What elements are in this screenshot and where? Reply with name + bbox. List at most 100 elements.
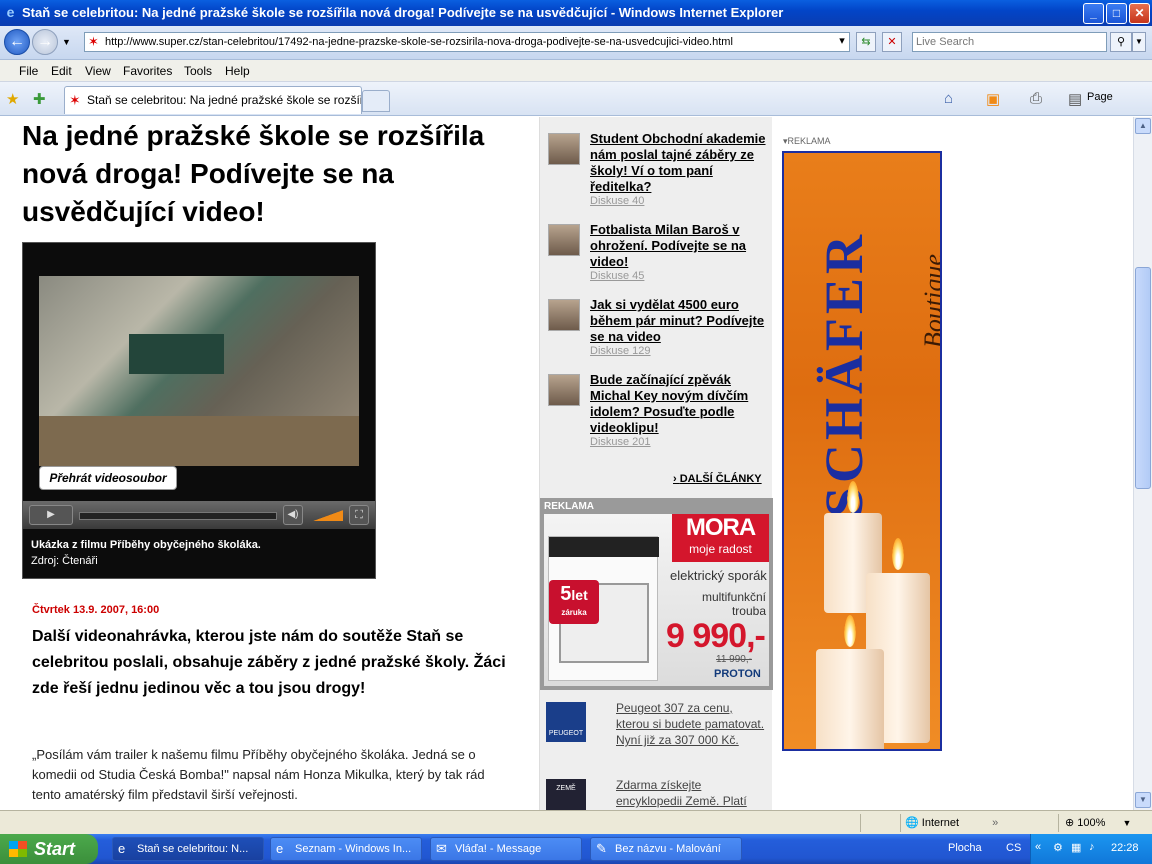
warranty-word: záruka <box>561 608 587 617</box>
url-field[interactable]: ✶ http://www.super.cz/stan-celebritou/17… <box>84 32 850 52</box>
ie-icon: e <box>276 841 284 856</box>
clock[interactable]: 22:28 <box>1111 842 1139 854</box>
video-controls: ▶ ◀) ⛶ <box>23 501 375 529</box>
chevron-right-icon: › <box>673 473 680 485</box>
discussion-link[interactable]: Diskuse 40 <box>590 195 644 207</box>
history-dropdown-icon[interactable]: ▼ <box>62 37 71 47</box>
close-button[interactable]: ✕ <box>1129 3 1150 24</box>
taskbar-item-message[interactable]: ✉ Vláďa! - Message <box>430 837 582 861</box>
menu-bar: File Edit View Favorites Tools Help <box>0 60 1152 82</box>
more-articles-link[interactable]: › DALŠÍ ČLÁNKY <box>673 473 762 485</box>
maximize-button[interactable]: □ <box>1106 3 1127 24</box>
scroll-thumb[interactable] <box>1135 267 1151 489</box>
taskbar: Start e Staň se celebritou: N... e Seznam … <box>0 834 1152 864</box>
promo-link[interactable]: Peugeot 307 za cenu, kterou si budete pa… <box>616 700 766 748</box>
start-button[interactable]: Start <box>0 834 98 864</box>
menu-favorites[interactable]: Favorites <box>123 64 172 78</box>
video-progress-bar[interactable] <box>79 512 277 520</box>
scroll-down-icon[interactable]: ▼ <box>1135 792 1151 808</box>
ad-label-text: REKLAMA <box>787 136 831 146</box>
promo-icon-label: PEUGEOT <box>548 730 584 737</box>
minimize-button[interactable]: _ <box>1083 3 1104 24</box>
scroll-up-icon[interactable]: ▲ <box>1135 118 1151 134</box>
promo-link[interactable]: Zdarma získejte encyklopedii Země. Platí <box>616 777 766 809</box>
tray-app-icon[interactable]: ⚙ <box>1053 841 1063 854</box>
ad-label: ▾REKLAMA <box>783 136 831 147</box>
video-caption: Ukázka z filmu Příběhy obyčejného školák… <box>31 539 261 551</box>
play-icon[interactable]: ▶ <box>29 505 73 525</box>
discussion-link[interactable]: Diskuse 201 <box>590 436 651 448</box>
globe-icon: 🌐 <box>905 817 919 829</box>
discussion-link[interactable]: Diskuse 45 <box>590 270 644 282</box>
windows-logo-icon <box>9 841 27 857</box>
address-toolbar: ← → ▼ ✶ http://www.super.cz/stan-celebri… <box>0 26 1152 60</box>
taskbar-item-ie[interactable]: e Staň se celebritou: N... <box>112 837 264 861</box>
page-icon[interactable]: ▤ <box>1068 90 1082 108</box>
tray-expand-icon[interactable]: « <box>1035 841 1041 853</box>
vertical-scrollbar[interactable]: ▲ ▼ <box>1133 117 1152 810</box>
peugeot-logo-icon[interactable]: PEUGEOT <box>546 702 586 742</box>
play-video-tooltip[interactable]: Přehrát videosoubor <box>39 466 177 490</box>
page-menu-button[interactable]: Page <box>1087 91 1113 103</box>
search-icon[interactable]: ⚲ <box>1110 32 1132 52</box>
menu-help[interactable]: Help <box>225 64 250 78</box>
article-thumbnail[interactable] <box>548 299 580 331</box>
fullscreen-icon[interactable]: ⛶ <box>349 505 369 525</box>
video-frame[interactable] <box>39 276 359 466</box>
mora-advertisement[interactable]: REKLAMA 5let záruka MORA moje radost ele… <box>540 498 773 690</box>
video-player[interactable]: Přehrát videosoubor ▶ ◀) ⛶ Ukázka z film… <box>22 242 376 579</box>
volume-icon[interactable]: ◀) <box>283 505 303 525</box>
flame-image <box>844 615 856 647</box>
zoom-level: 100% <box>1077 817 1106 829</box>
article-thumbnail[interactable] <box>548 224 580 256</box>
tray-app-icon[interactable]: ▦ <box>1071 841 1081 854</box>
tab-bar: ★ ✚ ✶ Staň se celebritou: Na jedné pražs… <box>0 82 1152 116</box>
paint-icon: ✎ <box>596 841 607 856</box>
article-title-link[interactable]: Fotbalista Milan Baroš v ohrožení. Podív… <box>590 222 770 270</box>
zone-indicator[interactable]: 🌐 Internet » <box>900 814 1056 832</box>
forward-button[interactable]: → <box>32 29 58 55</box>
zoom-control[interactable]: ⊕ 100% ▼ <box>1058 814 1152 832</box>
flame-image <box>892 538 904 570</box>
home-icon[interactable]: ⌂ <box>944 90 953 107</box>
retailer-logo: PROTON <box>714 668 761 680</box>
favorites-star-icon[interactable]: ★ <box>6 90 19 108</box>
system-tray: « ⚙ ▦ ♪ 22:28 <box>1030 834 1152 864</box>
menu-view[interactable]: View <box>85 64 111 78</box>
article-thumbnail[interactable] <box>548 133 580 165</box>
refresh-button[interactable]: ⇆ <box>856 32 876 52</box>
search-input[interactable]: Live Search <box>912 32 1107 52</box>
old-price: 11 990,- <box>716 654 752 665</box>
menu-tools[interactable]: Tools <box>184 64 212 78</box>
tab-active[interactable]: ✶ Staň se celebritou: Na jedné pražské š… <box>64 86 362 114</box>
encyclopedia-cover-icon[interactable]: ZEMĚ <box>546 779 586 810</box>
desktop-toolbar[interactable]: Plocha <box>948 842 982 854</box>
language-indicator[interactable]: CS <box>1006 842 1021 854</box>
warranty-number: 5 <box>560 583 572 605</box>
taskbar-item-seznam[interactable]: e Seznam - Windows In... <box>270 837 422 861</box>
article-thumbnail[interactable] <box>548 374 580 406</box>
print-icon[interactable]: ⎙ <box>1030 90 1042 107</box>
back-button[interactable]: ← <box>4 29 30 55</box>
stop-button[interactable]: ✕ <box>882 32 902 52</box>
url-dropdown-icon[interactable]: ▾ <box>834 32 850 52</box>
schafer-advertisement[interactable]: SCHÄFER Boutique <box>782 151 942 751</box>
article-title-link[interactable]: Jak si vydělat 4500 euro během pár minut… <box>590 297 770 345</box>
volume-slider[interactable] <box>309 509 343 521</box>
menu-edit[interactable]: Edit <box>51 64 72 78</box>
search-options-icon[interactable]: ▼ <box>1132 32 1146 52</box>
tray-app-icon[interactable]: ♪ <box>1089 841 1095 853</box>
video-source: Zdroj: Čtenáři <box>31 555 98 567</box>
article-title-link[interactable]: Bude začínající zpěvák Michal Key novým … <box>590 372 770 436</box>
status-bar: 🌐 Internet » ⊕ 100% ▼ <box>0 810 1152 834</box>
taskbar-item-label: Staň se celebritou: N... <box>137 843 249 855</box>
taskbar-item-paint[interactable]: ✎ Bez názvu - Malování <box>590 837 742 861</box>
menu-file[interactable]: File <box>19 64 38 78</box>
article-title-link[interactable]: Student Obchodní akademie nám poslal taj… <box>590 131 770 195</box>
messenger-icon: ✉ <box>436 841 447 856</box>
add-favorite-icon[interactable]: ✚ <box>33 90 46 108</box>
discussion-link[interactable]: Diskuse 129 <box>590 345 651 357</box>
feeds-icon[interactable]: ▣ <box>986 90 1000 108</box>
new-tab-button[interactable] <box>362 90 390 112</box>
article-lead: Další videonahrávka, kterou jste nám do … <box>32 628 506 697</box>
